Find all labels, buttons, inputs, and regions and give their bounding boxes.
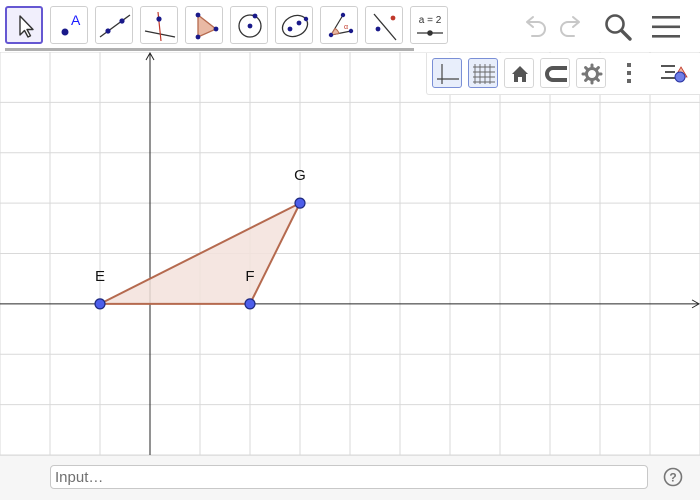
undo-button[interactable] xyxy=(518,10,552,44)
reflect-icon xyxy=(373,13,397,41)
svg-text:α: α xyxy=(344,24,348,31)
point-label-e: E xyxy=(95,268,105,285)
point-tool-label: A xyxy=(71,12,81,28)
algebra-view-icon xyxy=(661,65,688,83)
redo-button[interactable] xyxy=(554,10,588,44)
point-e xyxy=(94,298,106,310)
grid-icon xyxy=(473,64,495,84)
home-icon xyxy=(512,66,528,82)
angle-tool-button[interactable]: α xyxy=(320,6,358,44)
algebra-view-toggle-button[interactable] xyxy=(659,58,695,88)
help-circle-icon: ? xyxy=(663,467,683,487)
angle-icon: α xyxy=(328,12,354,38)
circle-tool-button[interactable] xyxy=(230,6,268,44)
reflect-tool-button[interactable] xyxy=(365,6,403,44)
slider-icon: a = 2 xyxy=(417,15,443,36)
axes-icon xyxy=(437,64,459,84)
grid xyxy=(0,52,700,455)
standard-view-button[interactable] xyxy=(504,58,534,88)
graphics-style-bar xyxy=(426,53,700,95)
magnet-icon xyxy=(545,66,567,82)
line-tool-button[interactable] xyxy=(95,6,133,44)
grid-toggle-button[interactable] xyxy=(468,58,498,88)
slider-tool-label: a = 2 xyxy=(419,15,442,26)
search-button[interactable] xyxy=(601,10,635,44)
move-tool-button[interactable] xyxy=(5,6,43,44)
input-bar: ? xyxy=(0,455,700,500)
undo-icon xyxy=(526,16,546,37)
point-label-g: G xyxy=(294,167,306,184)
algebra-input-field[interactable] xyxy=(50,465,648,489)
more-options-button[interactable] xyxy=(614,58,644,88)
redo-icon xyxy=(560,16,580,37)
perpendicular-tool-button[interactable] xyxy=(140,6,178,44)
polygon-icon xyxy=(195,12,219,40)
hamburger-menu-icon xyxy=(652,16,680,38)
main-menu-button[interactable] xyxy=(649,10,683,44)
search-icon xyxy=(605,14,632,41)
point-label-f: F xyxy=(245,268,254,285)
input-help-button[interactable]: ? xyxy=(663,467,683,487)
cursor-arrow-icon xyxy=(19,15,34,38)
polygon-tool-button[interactable] xyxy=(185,6,223,44)
toolbar: A α a = 2 xyxy=(0,0,700,52)
point-icon: A xyxy=(61,12,81,36)
slider-tool-button[interactable]: a = 2 xyxy=(410,6,448,44)
point-tool-button[interactable]: A xyxy=(50,6,88,44)
point-f xyxy=(244,298,256,310)
graphics-view[interactable]: E F G xyxy=(0,52,700,455)
gear-icon xyxy=(581,63,603,85)
graphics-settings-button[interactable] xyxy=(576,58,606,88)
ellipse-icon xyxy=(281,14,309,38)
more-vertical-icon xyxy=(627,63,631,83)
circle-center-point-icon xyxy=(238,13,262,38)
line-through-points-icon xyxy=(99,14,131,38)
axes-toggle-button[interactable] xyxy=(432,58,462,88)
point-g xyxy=(294,197,306,209)
conic-tool-button[interactable] xyxy=(275,6,313,44)
toolbar-resize-handle[interactable] xyxy=(5,48,414,51)
point-capturing-button[interactable] xyxy=(540,58,570,88)
perpendicular-line-icon xyxy=(144,11,176,42)
svg-text:?: ? xyxy=(669,471,676,485)
